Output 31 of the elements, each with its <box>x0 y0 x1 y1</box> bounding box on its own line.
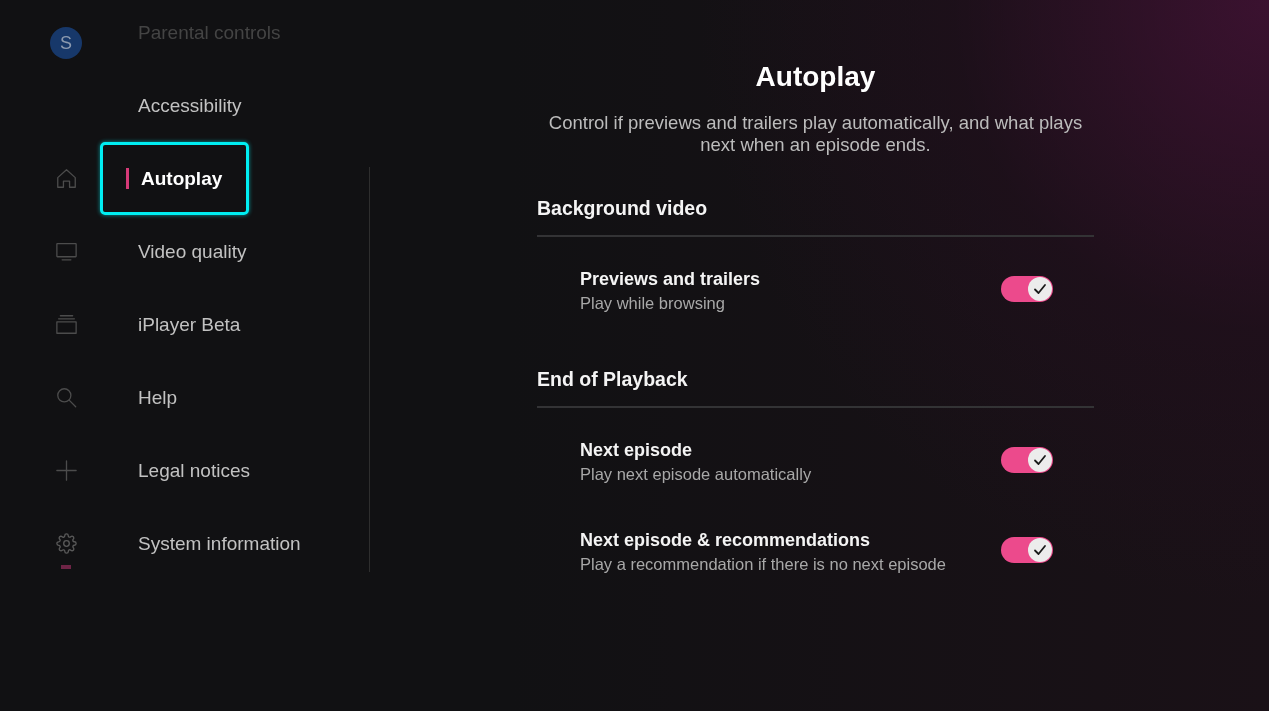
setting-title: Next episode & recommendations <box>580 529 872 551</box>
section-heading: Background video <box>537 196 1094 237</box>
setting-description: Play while browsing <box>580 293 726 313</box>
menu-item[interactable]: Video quality <box>100 215 274 288</box>
menu-item[interactable]: Autoplay <box>100 142 250 215</box>
check-icon <box>1028 537 1052 562</box>
section-heading: End of Playback <box>537 367 1094 408</box>
menu-item[interactable]: Accessibility <box>100 69 269 142</box>
menu-item[interactable]: Legal notices <box>100 434 277 507</box>
check-icon <box>1028 276 1052 301</box>
plus-icon[interactable] <box>55 460 77 481</box>
setting-description: Play next episode automatically <box>580 464 812 484</box>
selection-marker-icon <box>126 168 129 189</box>
stack-icon[interactable] <box>55 314 77 335</box>
check-icon <box>1028 447 1052 472</box>
menu-item[interactable]: iPlayer Beta <box>100 288 268 361</box>
toggle-switch[interactable] <box>1001 275 1053 302</box>
menu-item[interactable]: System information <box>100 507 328 580</box>
setting-title: Next episode <box>580 439 694 461</box>
profile-button[interactable]: S <box>50 27 82 59</box>
menu-item[interactable]: Help <box>100 361 249 434</box>
search-icon[interactable] <box>55 387 77 408</box>
settings-icon[interactable] <box>55 533 77 554</box>
page-title: Autoplay <box>754 61 877 93</box>
setting-title: Previews and trailers <box>580 268 761 290</box>
toggle-switch[interactable] <box>1001 446 1053 473</box>
home-icon[interactable] <box>55 168 77 189</box>
setting-description: Play a recommendation if there is no next episode <box>580 554 946 574</box>
page-description: Control if previews and trailers play automatically, and what plays next when an episode ends. <box>547 112 1084 156</box>
monitor-icon[interactable] <box>55 241 77 262</box>
toggle-switch[interactable] <box>1001 536 1053 563</box>
